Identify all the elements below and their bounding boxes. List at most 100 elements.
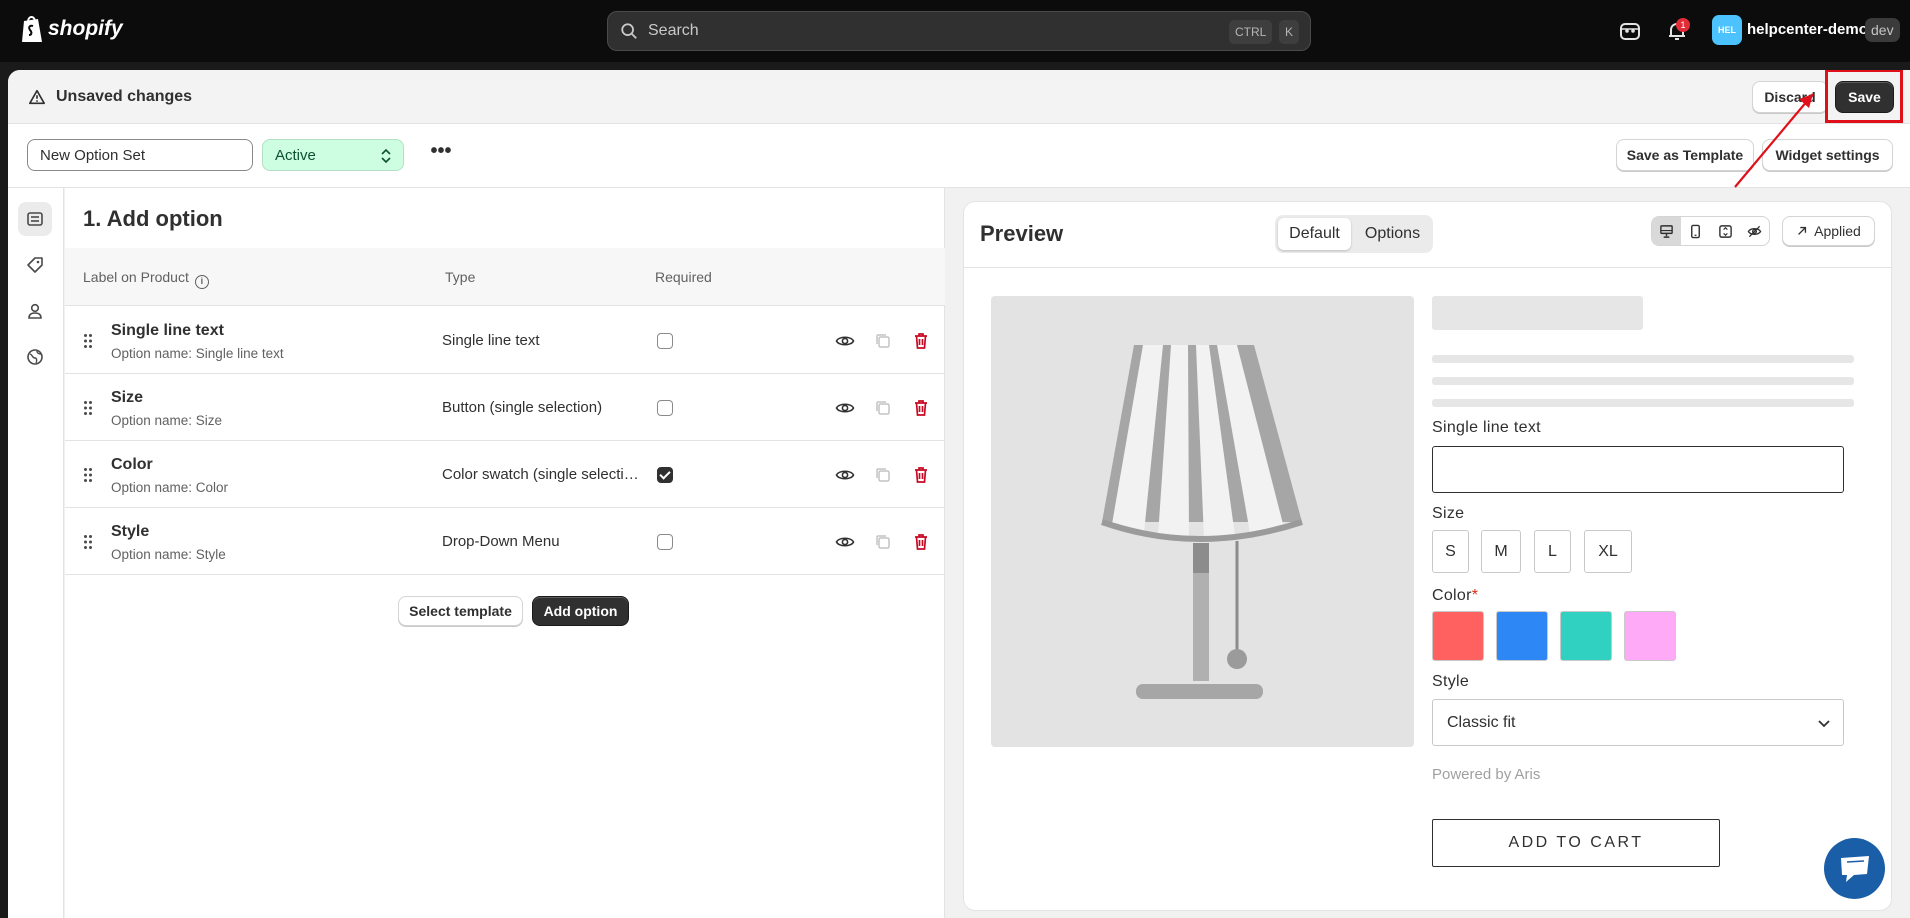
desktop-view-button[interactable]: [1652, 217, 1682, 245]
style-select[interactable]: Classic fit: [1432, 699, 1844, 746]
store-tag: dev: [1865, 18, 1900, 42]
style-label: Style: [1432, 673, 1470, 690]
annotation-arrow: [1734, 93, 1814, 188]
applied-button[interactable]: Applied: [1782, 216, 1875, 246]
size-option-xl[interactable]: XL: [1584, 530, 1632, 573]
delete-icon[interactable]: [911, 532, 931, 552]
option-label: Single line text: [111, 322, 224, 339]
lamp-image: [1101, 345, 1303, 699]
option-name: Option name: Style: [111, 547, 226, 562]
text-skeleton: [1432, 377, 1854, 385]
required-checkbox[interactable]: [657, 534, 673, 550]
search-bar[interactable]: Search CTRL K: [607, 11, 1311, 51]
brand-name: shopify: [48, 17, 123, 40]
search-icon: [621, 23, 637, 39]
eye-icon[interactable]: [835, 532, 855, 552]
color-label-text: Color: [1432, 587, 1472, 604]
delete-icon[interactable]: [911, 331, 931, 351]
product-image: [991, 296, 1414, 747]
eye-off-icon: [1747, 225, 1762, 237]
column-type: Type: [445, 269, 476, 285]
color-swatch[interactable]: [1432, 611, 1484, 661]
left-sidebar: [8, 188, 64, 918]
add-option-button[interactable]: Add option: [532, 596, 629, 626]
select-chevron-icon: [381, 148, 391, 164]
tab-options[interactable]: Options: [1354, 218, 1431, 250]
color-swatch[interactable]: [1496, 611, 1548, 661]
info-icon[interactable]: i: [194, 275, 209, 289]
drag-handle-icon[interactable]: [83, 333, 93, 349]
store-name[interactable]: helpcenter-demo: [1747, 21, 1868, 38]
mobile-view-button[interactable]: [1681, 217, 1710, 245]
option-set-name-input[interactable]: New Option Set: [27, 139, 253, 171]
preview-card: Preview Default Options Applied Single l…: [963, 201, 1892, 911]
color-label: Color*: [1432, 587, 1478, 605]
chevron-down-icon: [1818, 720, 1830, 728]
color-swatch[interactable]: [1624, 611, 1676, 661]
chat-button[interactable]: [1824, 838, 1885, 899]
size-label: Size: [1432, 505, 1465, 522]
expand-icon: [1718, 224, 1732, 238]
sidebar-item-customers[interactable]: [18, 294, 52, 328]
duplicate-icon[interactable]: [873, 398, 893, 418]
option-label: Style: [111, 523, 150, 540]
eye-icon[interactable]: [835, 331, 855, 351]
unsaved-title: Unsaved changes: [56, 88, 193, 105]
option-label: Size: [111, 389, 144, 406]
shopify-logo[interactable]: shopify: [20, 14, 123, 44]
eye-icon[interactable]: [835, 465, 855, 485]
size-option-s[interactable]: S: [1432, 530, 1469, 573]
globe-icon: [27, 349, 43, 365]
unsaved-changes-bar: Unsaved changes Discard Save: [8, 70, 1910, 124]
save-highlight-box: [1825, 70, 1903, 123]
duplicate-icon[interactable]: [873, 532, 893, 552]
size-option-m[interactable]: M: [1481, 530, 1521, 573]
required-checkbox[interactable]: [657, 333, 673, 349]
options-table-header: Label on Product i Type Required: [65, 248, 945, 306]
avatar[interactable]: HEL: [1712, 15, 1742, 45]
preview-tabs: Default Options: [1275, 215, 1433, 253]
option-row[interactable]: Style Option name: Style Drop-Down Menu: [65, 508, 945, 575]
option-row[interactable]: Color Option name: Color Color swatch (s…: [65, 441, 945, 508]
person-icon: [28, 303, 42, 319]
required-checkbox[interactable]: [657, 400, 673, 416]
shortcut-ctrl: CTRL: [1229, 20, 1273, 44]
more-actions-icon[interactable]: •••: [428, 141, 454, 168]
sidebar-item-options[interactable]: [18, 202, 52, 236]
powered-by: Powered by Aris: [1432, 766, 1541, 783]
required-checkbox[interactable]: [657, 467, 673, 483]
hide-preview-button[interactable]: [1740, 217, 1769, 245]
status-select[interactable]: Active: [262, 139, 404, 171]
delete-icon[interactable]: [911, 465, 931, 485]
option-name: Option name: Color: [111, 480, 229, 495]
device-toggle-group: [1651, 216, 1770, 246]
option-name: Option name: Size: [111, 413, 223, 428]
text-skeleton: [1432, 399, 1854, 407]
select-template-button[interactable]: Select template: [398, 596, 523, 626]
eye-icon[interactable]: [835, 398, 855, 418]
mobile-icon: [1691, 224, 1701, 238]
title-skeleton: [1432, 296, 1643, 330]
option-type: Single line text: [442, 332, 540, 349]
option-row[interactable]: Size Option name: Size Button (single se…: [65, 374, 945, 441]
duplicate-icon[interactable]: [873, 331, 893, 351]
color-swatch[interactable]: [1560, 611, 1612, 661]
tab-default[interactable]: Default: [1278, 218, 1351, 250]
fullwidth-view-button[interactable]: [1711, 217, 1740, 245]
sidebar-item-markets[interactable]: [18, 340, 52, 374]
add-to-cart-button[interactable]: ADD TO CART: [1432, 819, 1720, 867]
size-option-l[interactable]: L: [1534, 530, 1571, 573]
delete-icon[interactable]: [911, 398, 931, 418]
sidebar-item-products[interactable]: [18, 248, 52, 282]
drag-handle-icon[interactable]: [83, 400, 93, 416]
option-row[interactable]: Single line text Option name: Single lin…: [65, 307, 945, 374]
single-line-input[interactable]: [1432, 446, 1844, 493]
drag-handle-icon[interactable]: [83, 467, 93, 483]
option-set-toolbar: New Option Set Active ••• Save as Templa…: [8, 124, 1910, 188]
required-mark: *: [1471, 587, 1479, 604]
duplicate-icon[interactable]: [873, 465, 893, 485]
style-value: Classic fit: [1447, 713, 1516, 731]
notification-badge: 1: [1676, 18, 1690, 32]
drag-handle-icon[interactable]: [83, 534, 93, 550]
apps-icon[interactable]: [1618, 19, 1642, 43]
